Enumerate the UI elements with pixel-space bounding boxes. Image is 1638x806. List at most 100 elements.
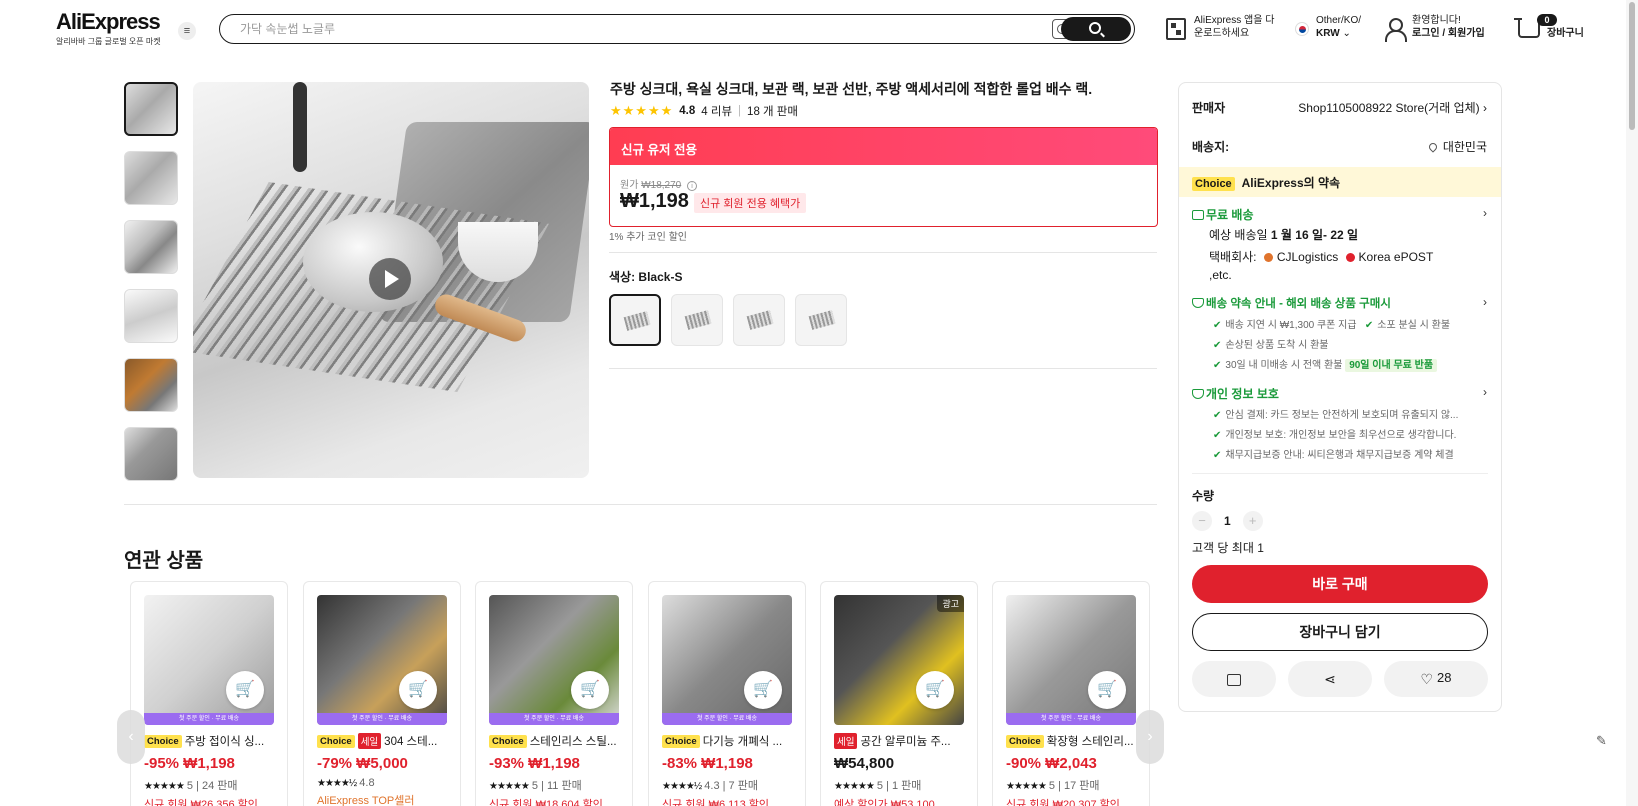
sold-count: 18 개 판매 [747, 106, 798, 118]
ship-to-selector[interactable]: 대한민국 [1427, 138, 1487, 155]
rating-row: ★★★★★ 4.8 4 리뷰 | 18 개 판매 [610, 103, 798, 119]
check-icon: ✔ [1213, 410, 1222, 421]
thumbnail-4[interactable] [124, 289, 178, 343]
related-products-title: 연관 상품 [124, 550, 204, 572]
product-card[interactable]: 첫 주문 할인 · 무료 배송 🛒 Choice 주방 접이식 싱... -95… [130, 581, 288, 806]
cart-label[interactable]: 장바구니 [1547, 27, 1584, 40]
card-title[interactable]: 세일 공간 알루미늄 주... [834, 733, 964, 749]
product-card[interactable]: 첫 주문 할인 · 무료 배송 🛒 Choice 다기능 개폐식 ... -83… [648, 581, 806, 806]
product-image[interactable]: 첫 주문 할인 · 무료 배송 🛒 [1006, 595, 1136, 725]
card-rating-value: 5 [1048, 780, 1056, 792]
main-product-image[interactable] [193, 82, 589, 478]
add-to-cart-icon[interactable]: 🛒 [916, 671, 954, 709]
currency-label: KRW [1316, 28, 1340, 39]
card-rating: ★★★★★ 5 | 24 판매 [144, 777, 274, 793]
promise-text: 배송 지연 시 ₩1,300 쿠폰 지급 [1225, 320, 1357, 331]
card-title[interactable]: Choice 스테인리스 스틸... [489, 733, 619, 749]
greeting-text: 환영합니다! [1412, 15, 1461, 26]
product-card[interactable]: 첫 주문 할인 · 무료 배송 🛒 Choice 세일 304 스테... -7… [303, 581, 461, 806]
delivery-promise-row[interactable]: 배송 약속 안내 - 해외 배송 상품 구매시 [1192, 295, 1391, 311]
carrier-label: 택배회사: [1209, 250, 1257, 264]
scrollbar-thumb[interactable] [1629, 2, 1635, 130]
product-image[interactable]: 광고 🛒 [834, 595, 964, 725]
privacy-row[interactable]: 개인 정보 보호 [1192, 385, 1279, 402]
card-title[interactable]: Choice 다기능 개폐식 ... [662, 733, 792, 749]
purchase-sidebar: 판매자 Shop1105008922 Store(거래 업체) › 배송지: 대… [1178, 82, 1502, 712]
color-swatches [609, 294, 847, 346]
thumbnail-video[interactable] [124, 82, 178, 136]
check-icon: ✔ [1213, 430, 1222, 441]
color-swatch-1[interactable] [609, 294, 661, 346]
login-link[interactable]: 로그인 / 회원가입 [1412, 28, 1485, 39]
seller-link[interactable]: Shop1105008922 Store(거래 업체) › [1298, 99, 1487, 116]
app-download-link[interactable]: AliExpress 앱을 다 운로드하세요 [1194, 14, 1274, 40]
locale-selector[interactable]: Other/KO/ KRW ⌄ [1316, 14, 1361, 40]
quantity-value[interactable]: 1 [1224, 514, 1231, 528]
card-rating: ★★★★½ 4.3 | 7 판매 [662, 777, 792, 793]
delivery-estimate: 예상 배송일 1 월 16 일- 22 일 [1209, 226, 1358, 244]
feedback-edit-icon[interactable]: ✎ [1596, 733, 1612, 749]
add-to-cart-icon[interactable]: 🛒 [226, 671, 264, 709]
card-title[interactable]: Choice 세일 304 스테... [317, 733, 447, 749]
rating-value: 4.8 [679, 105, 696, 117]
add-to-cart-icon[interactable]: 🛒 [399, 671, 437, 709]
chevron-right-icon[interactable]: › [1483, 385, 1487, 399]
product-image[interactable]: 첫 주문 할인 · 무료 배송 🛒 [144, 595, 274, 725]
thumbnail-2[interactable] [124, 151, 178, 205]
free-shipping-row[interactable]: 무료 배송 [1192, 206, 1254, 223]
search-button[interactable] [1061, 17, 1131, 41]
add-to-cart-icon[interactable]: 🛒 [571, 671, 609, 709]
qr-code-icon[interactable] [1166, 18, 1186, 40]
color-swatch-4[interactable] [795, 294, 847, 346]
carousel-prev-button[interactable]: ‹ [117, 710, 145, 764]
product-image[interactable]: 첫 주문 할인 · 무료 배송 🛒 [317, 595, 447, 725]
heart-icon: ♡ [1420, 670, 1434, 687]
share-button[interactable]: ⋖ [1288, 661, 1372, 697]
original-price: 원가 ₩18,270 i [620, 176, 697, 191]
promise-text: 손상된 상품 도착 시 환불 [1225, 340, 1329, 351]
add-to-cart-icon[interactable]: 🛒 [1088, 671, 1126, 709]
page-scrollbar[interactable] [1626, 0, 1638, 806]
category-menu-button[interactable]: ≡ [178, 22, 196, 40]
card-rating-value: 5 [186, 780, 194, 792]
chevron-right-icon[interactable]: › [1483, 206, 1487, 220]
card-title[interactable]: Choice 주방 접이식 싱... [144, 733, 274, 749]
product-image[interactable]: 첫 주문 할인 · 무료 배송 🛒 [489, 595, 619, 725]
card-stars: ★★★★★ [834, 781, 875, 792]
color-swatch-3[interactable] [733, 294, 785, 346]
product-title: 주방 싱크대, 욕실 싱크대, 보관 랙, 보관 선반, 주방 액세서리에 적합… [610, 81, 1093, 97]
chevron-right-icon[interactable]: › [1483, 295, 1487, 309]
user-icon[interactable] [1384, 18, 1407, 42]
card-stars: ★★★★★ [1006, 781, 1047, 792]
review-count-link[interactable]: 4 리뷰 [701, 103, 732, 119]
product-card[interactable]: 광고 🛒 세일 공간 알루미늄 주... ₩54,800 ★★★★★ 5 | 1… [820, 581, 978, 806]
thumbnail-6[interactable] [124, 427, 178, 481]
coin-discount-note: 1% 추가 코인 할인 [609, 232, 687, 243]
product-card[interactable]: 첫 주문 할인 · 무료 배송 🛒 Choice 스테인리스 스틸... -93… [475, 581, 633, 806]
quantity-decrease-button[interactable]: − [1192, 511, 1212, 531]
aliexpress-logo[interactable]: AliExpress 알리바바 그룹 글로벌 오픈 마켓 [56, 10, 162, 47]
product-card[interactable]: 첫 주문 할인 · 무료 배송 🛒 Choice 확장형 스테인리... -90… [992, 581, 1150, 806]
choice-tag: Choice [489, 734, 527, 748]
search-input[interactable] [240, 20, 1040, 38]
chevron-down-icon: ⌄ [1342, 28, 1351, 39]
thumbnail-3[interactable] [124, 220, 178, 274]
korea-flag-icon [1295, 22, 1309, 36]
buy-now-button[interactable]: 바로 구매 [1192, 565, 1488, 603]
store-button[interactable] [1192, 661, 1276, 697]
thumbnail-5[interactable] [124, 358, 178, 412]
product-image[interactable]: 첫 주문 할인 · 무료 배송 🛒 [662, 595, 792, 725]
pot-illustration [303, 212, 443, 312]
play-video-button[interactable] [369, 258, 411, 300]
check-icon: ✔ [1213, 320, 1222, 331]
add-to-cart-button[interactable]: 장바구니 담기 [1192, 613, 1488, 651]
account-menu[interactable]: 환영합니다! 로그인 / 회원가입 [1412, 14, 1485, 40]
color-swatch-2[interactable] [671, 294, 723, 346]
add-to-cart-icon[interactable]: 🛒 [744, 671, 782, 709]
wishlist-button[interactable]: ♡ 28 [1384, 661, 1488, 697]
promo-strip: 첫 주문 할인 · 무료 배송 [662, 713, 792, 725]
quantity-increase-button[interactable]: + [1242, 511, 1263, 531]
carousel-next-button[interactable]: › [1136, 710, 1164, 764]
seller-label: 판매자 [1192, 101, 1226, 115]
card-title[interactable]: Choice 확장형 스테인리... [1006, 733, 1136, 749]
